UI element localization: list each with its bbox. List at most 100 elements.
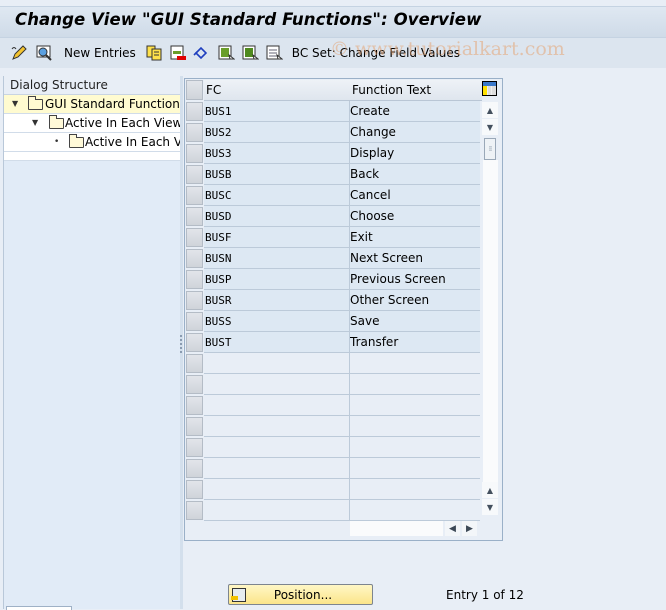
cell-fc[interactable]: BUS1 bbox=[204, 101, 350, 122]
tree-node-active-in-each-view[interactable]: ▼ Active In Each View bbox=[4, 114, 180, 133]
cell-fc[interactable]: BUSC bbox=[204, 185, 350, 206]
scroll-thumb[interactable]: ⁞⁞ bbox=[484, 138, 496, 160]
cell-function-text[interactable]: Create bbox=[350, 101, 480, 122]
leaf-bullet-icon: • bbox=[54, 137, 60, 147]
cell-function-text[interactable] bbox=[350, 500, 480, 521]
new-entries-button[interactable]: New Entries bbox=[64, 46, 136, 60]
row-select-button[interactable] bbox=[186, 186, 203, 205]
cell-fc[interactable] bbox=[204, 437, 350, 458]
table-settings-icon[interactable] bbox=[482, 81, 497, 96]
cell-fc[interactable]: BUSR bbox=[204, 290, 350, 311]
tree-node-gui-standard-functions[interactable]: ▼ GUI Standard Functions bbox=[4, 95, 180, 114]
row-select-button[interactable] bbox=[186, 501, 203, 520]
cell-fc[interactable]: BUSB bbox=[204, 164, 350, 185]
row-select-button[interactable] bbox=[186, 249, 203, 268]
cell-function-text[interactable]: Back bbox=[350, 164, 480, 185]
row-select-button[interactable] bbox=[186, 165, 203, 184]
row-select-button[interactable] bbox=[186, 396, 203, 415]
tree-spacer bbox=[4, 152, 180, 161]
scroll-page-down-button[interactable]: ▼ bbox=[482, 499, 498, 515]
row-select-button[interactable] bbox=[186, 459, 203, 478]
cell-function-text[interactable]: Choose bbox=[350, 206, 480, 227]
select-block-icon[interactable] bbox=[241, 44, 259, 62]
cell-function-text[interactable] bbox=[350, 479, 480, 500]
row-select-button[interactable] bbox=[186, 102, 203, 121]
tree-node-label: Active In Each View bbox=[65, 116, 180, 130]
vertical-scrollbar[interactable]: ▲ ▼ bbox=[481, 100, 499, 136]
scroll-down-button[interactable]: ▼ bbox=[482, 119, 498, 135]
cell-function-text[interactable]: Save bbox=[350, 311, 480, 332]
cell-fc[interactable]: BUST bbox=[204, 332, 350, 353]
cell-function-text[interactable] bbox=[350, 395, 480, 416]
row-select-button[interactable] bbox=[186, 207, 203, 226]
tree-node-label: GUI Standard Functions bbox=[45, 97, 180, 111]
row-select-button[interactable] bbox=[186, 333, 203, 352]
row-select-button[interactable] bbox=[186, 480, 203, 499]
expand-triangle-icon[interactable]: ▼ bbox=[32, 114, 38, 132]
select-all-rows-button[interactable] bbox=[186, 80, 203, 100]
cell-fc[interactable]: BUSS bbox=[204, 311, 350, 332]
undo-icon[interactable] bbox=[193, 44, 211, 62]
row-select-button[interactable] bbox=[186, 123, 203, 142]
folder-icon bbox=[49, 115, 64, 129]
cell-function-text[interactable] bbox=[350, 458, 480, 479]
cell-fc[interactable]: BUS3 bbox=[204, 143, 350, 164]
row-select-button[interactable] bbox=[186, 438, 203, 457]
cell-fc[interactable] bbox=[204, 479, 350, 500]
tree-node-active-in-each-view-sub[interactable]: • Active In Each View bbox=[4, 133, 180, 152]
cell-function-text[interactable] bbox=[350, 353, 480, 374]
scroll-track[interactable] bbox=[483, 160, 498, 483]
cell-function-text[interactable] bbox=[350, 416, 480, 437]
deselect-all-icon[interactable] bbox=[265, 44, 283, 62]
cell-fc[interactable]: BUSD bbox=[204, 206, 350, 227]
cell-fc[interactable]: BUS2 bbox=[204, 122, 350, 143]
position-button[interactable]: Position... bbox=[228, 584, 373, 605]
cell-fc[interactable] bbox=[204, 353, 350, 374]
cell-fc[interactable] bbox=[204, 416, 350, 437]
scroll-right-button[interactable]: ▶ bbox=[462, 521, 477, 536]
select-all-icon[interactable] bbox=[217, 44, 235, 62]
cell-function-text[interactable]: Change bbox=[350, 122, 480, 143]
copy-icon[interactable] bbox=[145, 44, 163, 62]
cell-function-text[interactable]: Transfer bbox=[350, 332, 480, 353]
cell-fc[interactable] bbox=[204, 395, 350, 416]
cell-function-text[interactable]: Exit bbox=[350, 227, 480, 248]
row-select-button[interactable] bbox=[186, 291, 203, 310]
row-select-button[interactable] bbox=[186, 270, 203, 289]
row-select-button[interactable] bbox=[186, 144, 203, 163]
row-select-button[interactable] bbox=[186, 375, 203, 394]
edit-pencil-icon[interactable] bbox=[10, 44, 28, 62]
horizontal-scroll-track[interactable] bbox=[350, 521, 443, 536]
row-select-button[interactable] bbox=[186, 417, 203, 436]
row-select-button[interactable] bbox=[186, 228, 203, 247]
cell-function-text[interactable] bbox=[350, 374, 480, 395]
cell-fc[interactable] bbox=[204, 458, 350, 479]
column-header-function-text[interactable]: Function Text bbox=[350, 80, 482, 101]
cell-function-text[interactable]: Cancel bbox=[350, 185, 480, 206]
cell-function-text[interactable]: Next Screen bbox=[350, 248, 480, 269]
page-title: Change View "GUI Standard Functions": Ov… bbox=[15, 10, 482, 29]
row-select-button[interactable] bbox=[186, 354, 203, 373]
cell-function-text[interactable]: Display bbox=[350, 143, 480, 164]
row-select-button[interactable] bbox=[186, 312, 203, 331]
application-toolbar: New Entries BC Set: Change Field Values bbox=[0, 38, 666, 68]
scroll-page-up-button[interactable]: ▲ bbox=[482, 482, 498, 498]
display-change-icon[interactable] bbox=[35, 44, 53, 62]
cell-function-text[interactable]: Previous Screen bbox=[350, 269, 480, 290]
bc-set-change-field-values-button[interactable]: BC Set: Change Field Values bbox=[292, 46, 460, 60]
cell-function-text[interactable]: Other Screen bbox=[350, 290, 480, 311]
cell-fc[interactable]: BUSP bbox=[204, 269, 350, 290]
delete-icon[interactable] bbox=[169, 44, 187, 62]
expand-triangle-icon[interactable]: ▼ bbox=[12, 95, 18, 113]
cell-fc[interactable]: BUSN bbox=[204, 248, 350, 269]
cell-fc[interactable] bbox=[204, 374, 350, 395]
scroll-up-button[interactable]: ▲ bbox=[482, 102, 498, 118]
cell-fc[interactable] bbox=[204, 500, 350, 521]
scroll-left-button[interactable]: ◀ bbox=[445, 521, 460, 536]
vertical-scrollbar-bottom[interactable]: ▲ ▼ bbox=[481, 482, 499, 516]
left-panel-hscroll[interactable] bbox=[6, 606, 72, 610]
position-icon bbox=[231, 587, 246, 602]
cell-fc[interactable]: BUSF bbox=[204, 227, 350, 248]
column-header-fc[interactable]: FC bbox=[204, 80, 352, 101]
cell-function-text[interactable] bbox=[350, 437, 480, 458]
